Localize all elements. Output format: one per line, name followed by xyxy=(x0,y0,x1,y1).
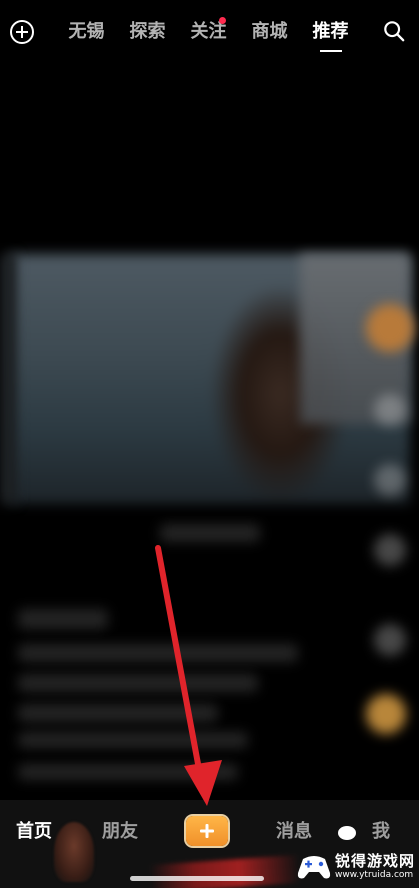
tab-mall[interactable]: 商城 xyxy=(239,0,300,64)
notification-dot xyxy=(219,17,226,24)
blurred-description-line xyxy=(18,732,248,748)
video-player[interactable] xyxy=(0,64,419,800)
post-button[interactable] xyxy=(186,816,228,846)
watermark: 锐得游戏网 www.ytruida.com xyxy=(297,848,415,886)
top-tabs: 无锡 探索 关注 商城 推荐 xyxy=(56,0,361,64)
blurred-description-line xyxy=(18,644,298,662)
tab-following-label: 关注 xyxy=(190,21,227,42)
search-icon[interactable] xyxy=(383,20,405,42)
gamepad-logo-icon xyxy=(297,856,331,879)
tab-explore[interactable]: 探索 xyxy=(117,0,178,64)
blurred-author xyxy=(18,609,108,629)
watermark-title: 锐得游戏网 xyxy=(334,852,415,870)
blurred-caption xyxy=(160,524,260,542)
music-disc-icon[interactable] xyxy=(366,694,406,734)
comment-icon[interactable] xyxy=(374,464,406,496)
blurred-music-line xyxy=(18,764,238,780)
bottom-tab-messages[interactable]: 消息 xyxy=(276,820,312,844)
bottom-tab-friends[interactable]: 朋友 xyxy=(102,820,138,844)
bottom-tab-home[interactable]: 首页 xyxy=(16,820,52,844)
home-indicator[interactable] xyxy=(130,876,264,881)
top-nav: 无锡 探索 关注 商城 推荐 xyxy=(0,0,419,64)
paw-decoration-icon xyxy=(338,826,356,840)
tab-recommend[interactable]: 推荐 xyxy=(300,0,361,64)
app-screen: 无锡 探索 关注 商城 推荐 首页 朋友 消息 我 锐得游戏网 www.ytru… xyxy=(0,0,419,888)
share-icon[interactable] xyxy=(374,624,406,656)
bottom-tab-me[interactable]: 我 xyxy=(372,820,390,844)
watermark-url: www.ytruida.com xyxy=(334,870,414,880)
favorite-icon[interactable] xyxy=(374,534,406,566)
blurred-description-line xyxy=(18,674,258,692)
tab-wuxi[interactable]: 无锡 xyxy=(56,0,117,64)
blurred-description-line xyxy=(18,704,218,722)
add-circle-icon[interactable] xyxy=(10,20,34,44)
tab-following[interactable]: 关注 xyxy=(178,0,239,64)
author-avatar[interactable] xyxy=(366,304,414,352)
like-icon[interactable] xyxy=(374,394,406,426)
video-frame-left-edge xyxy=(0,254,16,504)
watermark-text: 锐得游戏网 www.ytruida.com xyxy=(335,854,415,880)
